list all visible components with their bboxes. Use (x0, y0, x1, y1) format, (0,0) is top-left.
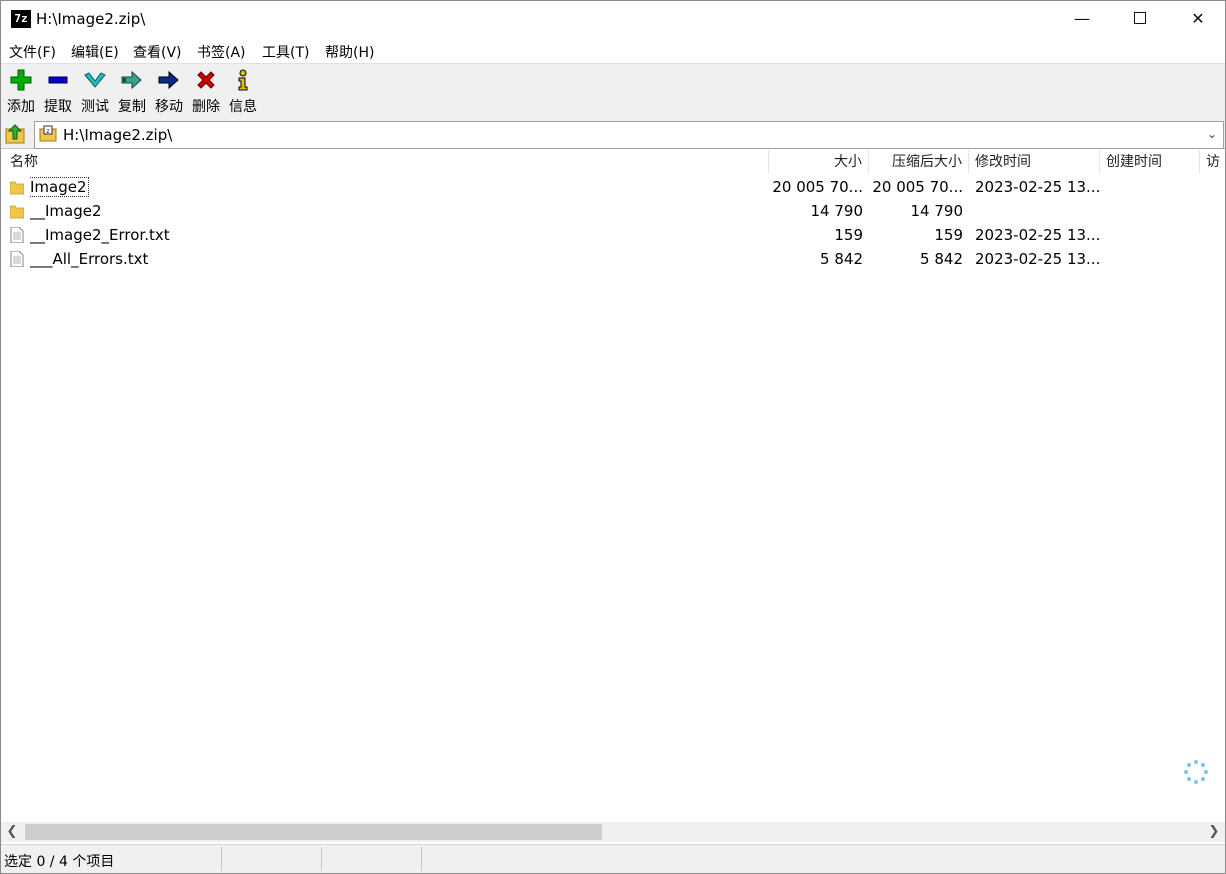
list-item[interactable]: ___All_Errors.txt 5 842 5 842 2023-02-25… (1, 247, 1225, 271)
copy-icon (121, 70, 142, 90)
selection-status: 选定 0 / 4 个项目 (4, 854, 115, 870)
zip-archive-icon: z (39, 125, 57, 142)
scroll-left-icon[interactable]: ❮ (1, 822, 23, 842)
list-item[interactable]: Image2 20 005 70... 20 005 70... 2023-02… (1, 175, 1225, 199)
move-icon (158, 70, 179, 90)
loading-spinner-icon (1184, 760, 1208, 784)
folder-icon (10, 205, 24, 219)
file-packed-size: 20 005 70... (872, 178, 963, 196)
test-icon (84, 72, 106, 88)
delete-icon (197, 71, 215, 89)
file-packed-size: 159 (934, 226, 963, 244)
status-divider (321, 847, 322, 871)
file-size: 159 (834, 226, 863, 244)
file-modified: 2023-02-25 13... (975, 226, 1099, 244)
add-button[interactable]: 添加 (3, 66, 39, 116)
info-icon (238, 69, 248, 91)
menu-help[interactable]: 帮助(H) (325, 42, 374, 62)
up-folder-icon[interactable] (4, 122, 28, 146)
minimize-button[interactable]: — (1053, 1, 1111, 37)
menu-view[interactable]: 查看(V) (133, 42, 182, 62)
file-packed-size: 14 790 (910, 202, 964, 220)
chevron-down-icon[interactable]: ⌄ (1205, 126, 1219, 142)
status-divider (221, 847, 222, 871)
move-label: 移动 (155, 99, 183, 115)
file-modified: 2023-02-25 13... (975, 178, 1099, 196)
add-icon (10, 69, 32, 91)
file-modified: 2023-02-25 13... (975, 250, 1099, 268)
move-button[interactable]: 移动 (151, 66, 187, 116)
title-bar: 7z H:\Image2.zip\ — ✕ (1, 1, 1225, 37)
menu-file[interactable]: 文件(F) (9, 42, 56, 62)
file-size: 5 842 (820, 250, 863, 268)
file-modified (975, 199, 1099, 223)
address-row: z H:\Image2.zip\ ⌄ (1, 120, 1225, 149)
list-item[interactable]: __Image2 14 790 14 790 (1, 199, 1225, 223)
extract-icon (48, 76, 68, 84)
address-path: H:\Image2.zip\ (63, 126, 173, 144)
address-field[interactable]: z H:\Image2.zip\ ⌄ (34, 121, 1224, 149)
window-title: H:\Image2.zip\ (36, 10, 146, 28)
status-bar: 选定 0 / 4 个项目 (1, 844, 1225, 873)
text-file-icon (10, 251, 24, 267)
extract-label: 提取 (44, 99, 72, 115)
list-header: 名称 大小 压缩后大小 修改时间 创建时间 访 (1, 150, 1225, 174)
app-window: 7z H:\Image2.zip\ — ✕ 文件(F) 编辑(E) 查看(V) … (0, 0, 1226, 874)
column-header-created[interactable]: 创建时间 (1100, 150, 1200, 174)
file-name: Image2 (29, 177, 89, 197)
menu-edit[interactable]: 编辑(E) (71, 42, 119, 62)
svg-text:z: z (46, 128, 49, 135)
column-header-packed-size[interactable]: 压缩后大小 (869, 150, 969, 174)
file-packed-size: 5 842 (920, 250, 963, 268)
menu-tools[interactable]: 工具(T) (262, 42, 309, 62)
column-header-name[interactable]: 名称 (4, 150, 769, 174)
maximize-button[interactable] (1111, 1, 1169, 37)
copy-label: 复制 (118, 99, 146, 115)
scroll-right-icon[interactable]: ❯ (1203, 822, 1225, 842)
toolbar: 添加 提取 测试 复制 移动 删除 信息 (1, 63, 1225, 121)
file-name: __Image2_Error.txt (30, 226, 170, 244)
file-size: 14 790 (810, 202, 864, 220)
list-item[interactable]: __Image2_Error.txt 159 159 2023-02-25 13… (1, 223, 1225, 247)
copy-button[interactable]: 复制 (114, 66, 150, 116)
folder-icon (10, 181, 24, 195)
scrollbar-thumb[interactable] (25, 824, 602, 840)
file-name: ___All_Errors.txt (30, 250, 149, 268)
close-button[interactable]: ✕ (1169, 1, 1225, 37)
maximize-icon (1134, 12, 1146, 24)
status-divider (421, 847, 422, 871)
text-file-icon (10, 227, 24, 243)
menu-bar: 文件(F) 编辑(E) 查看(V) 书签(A) 工具(T) 帮助(H) (1, 39, 1225, 63)
column-header-size[interactable]: 大小 (769, 150, 869, 174)
info-button[interactable]: 信息 (225, 66, 261, 116)
info-label: 信息 (229, 99, 257, 115)
add-label: 添加 (7, 99, 35, 115)
menu-bookmarks[interactable]: 书签(A) (197, 42, 246, 62)
delete-label: 删除 (192, 99, 220, 115)
file-name: __Image2 (30, 202, 102, 220)
column-header-accessed[interactable]: 访 (1200, 150, 1225, 174)
app-logo-icon: 7z (11, 10, 31, 28)
test-button[interactable]: 测试 (77, 66, 113, 116)
horizontal-scrollbar[interactable]: ❮ ❯ (1, 822, 1225, 842)
column-header-modified[interactable]: 修改时间 (969, 150, 1100, 174)
file-size: 20 005 70... (772, 178, 863, 196)
delete-button[interactable]: 删除 (188, 66, 224, 116)
test-label: 测试 (81, 99, 109, 115)
extract-button[interactable]: 提取 (40, 66, 76, 116)
